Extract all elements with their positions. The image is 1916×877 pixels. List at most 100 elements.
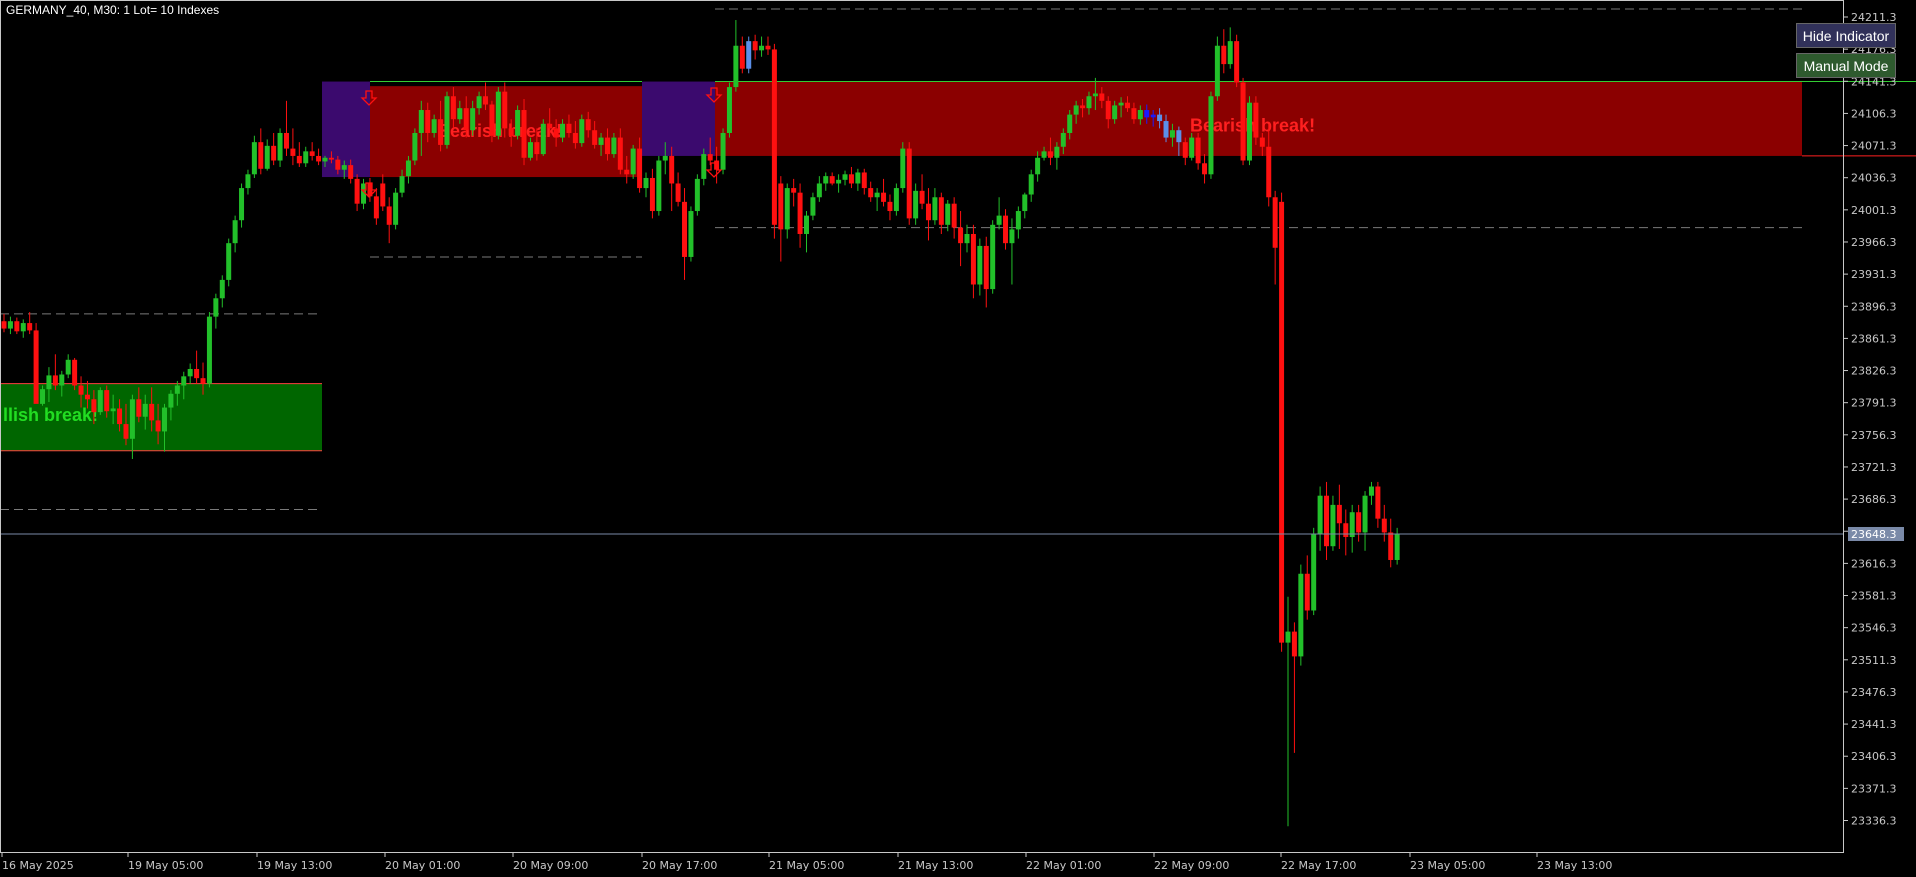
candle-body <box>970 233 976 285</box>
candle <box>848 166 854 189</box>
candle-body <box>380 183 386 207</box>
candle <box>1368 481 1374 505</box>
candle-body <box>1311 534 1317 611</box>
candle-body <box>232 220 238 244</box>
candle-body <box>1067 114 1073 133</box>
time-tick-label: 20 May 09:00 <box>513 859 588 872</box>
candle-body <box>604 137 610 155</box>
candle-body <box>495 91 501 136</box>
candle-body <box>1060 132 1066 147</box>
candle-body <box>534 142 540 155</box>
candle <box>1356 504 1362 542</box>
candle <box>951 197 957 239</box>
price-tick-label: 23826.3 <box>1851 365 1897 378</box>
candle-body <box>328 157 334 160</box>
price-tick-label: 23336.3 <box>1851 815 1897 828</box>
candle-body <box>168 393 174 408</box>
candle-body <box>258 142 264 169</box>
candle <box>829 172 835 186</box>
candle-body <box>264 145 270 169</box>
candle <box>1285 596 1291 827</box>
candle <box>881 178 887 207</box>
time-axis: 16 May 2025 19 May 05:00 19 May 13:00 20 Ma… <box>1 852 1612 872</box>
candle <box>1343 509 1349 556</box>
candle <box>893 183 899 216</box>
candle <box>1015 206 1021 239</box>
candle-body <box>341 165 347 170</box>
candle-body <box>1195 137 1201 164</box>
candle-body <box>1073 105 1079 115</box>
candle-body <box>59 374 65 386</box>
candle-body <box>213 298 219 317</box>
candle-body <box>239 188 245 221</box>
candle-body <box>78 385 84 395</box>
candle-body <box>290 148 296 156</box>
candle <box>682 188 688 280</box>
candle <box>239 183 245 228</box>
candle-body <box>1324 495 1330 547</box>
candle-body <box>1317 495 1323 535</box>
candle <box>688 206 694 262</box>
price-chart[interactable]: llish break!Bearish break! Bearish break!… <box>0 0 1916 877</box>
candle-body <box>52 375 58 386</box>
candle-body <box>746 41 752 69</box>
candle-body <box>515 110 521 136</box>
candle <box>765 36 771 55</box>
candle-body <box>649 177 655 212</box>
candle-body <box>932 197 938 221</box>
candle-body <box>662 155 668 161</box>
price-tick-label: 23896.3 <box>1851 300 1897 313</box>
candle-body <box>682 201 688 257</box>
price-tick-label: 23476.3 <box>1851 686 1897 699</box>
candle-body <box>643 177 649 189</box>
candle-body <box>1 321 7 329</box>
candle <box>283 100 289 156</box>
candle-body <box>1099 93 1105 101</box>
candle-body <box>142 403 148 417</box>
candle-body <box>399 176 405 193</box>
candle-body <box>759 45 765 51</box>
hide-indicator-button[interactable]: Hide Indicator <box>1796 23 1896 48</box>
candle-body <box>1202 163 1208 175</box>
candle-body <box>463 108 469 131</box>
candle-body <box>1362 495 1368 533</box>
candle <box>1304 555 1310 620</box>
candle-body <box>412 132 418 161</box>
candle <box>33 323 39 404</box>
candle-body <box>1356 512 1362 533</box>
candle <box>206 312 212 388</box>
candle-body <box>855 172 861 184</box>
candle <box>1330 495 1336 551</box>
price-tick-label: 23616.3 <box>1851 557 1897 570</box>
candle-body <box>206 316 212 384</box>
candle <box>52 354 58 391</box>
candle-body <box>1144 110 1150 118</box>
candle-body <box>97 390 103 413</box>
candle-body <box>117 408 123 425</box>
candle <box>855 168 861 191</box>
candle <box>277 128 283 167</box>
candle-body <box>1125 102 1130 109</box>
candle-body <box>1240 82 1246 161</box>
candle-body <box>508 128 514 136</box>
candle-body <box>91 399 97 413</box>
candle-body <box>1182 142 1188 158</box>
candle-body <box>1035 157 1041 175</box>
candle <box>444 91 450 149</box>
candle <box>958 211 964 267</box>
price-tick-label: 23686.3 <box>1851 493 1897 506</box>
price-tick-label: 23371.3 <box>1851 782 1897 795</box>
candle-body <box>271 145 277 161</box>
candle <box>1227 27 1233 69</box>
candle <box>309 142 315 161</box>
candle-body <box>1080 105 1086 109</box>
candle-body <box>797 192 803 234</box>
candle-body <box>553 128 559 138</box>
candle <box>1311 527 1317 616</box>
candle <box>1394 527 1400 565</box>
candle <box>836 174 842 193</box>
candle-body <box>1234 41 1240 83</box>
candle-body <box>1381 518 1387 533</box>
candle-body <box>354 178 360 204</box>
manual-mode-button[interactable]: Manual Mode <box>1796 53 1896 78</box>
